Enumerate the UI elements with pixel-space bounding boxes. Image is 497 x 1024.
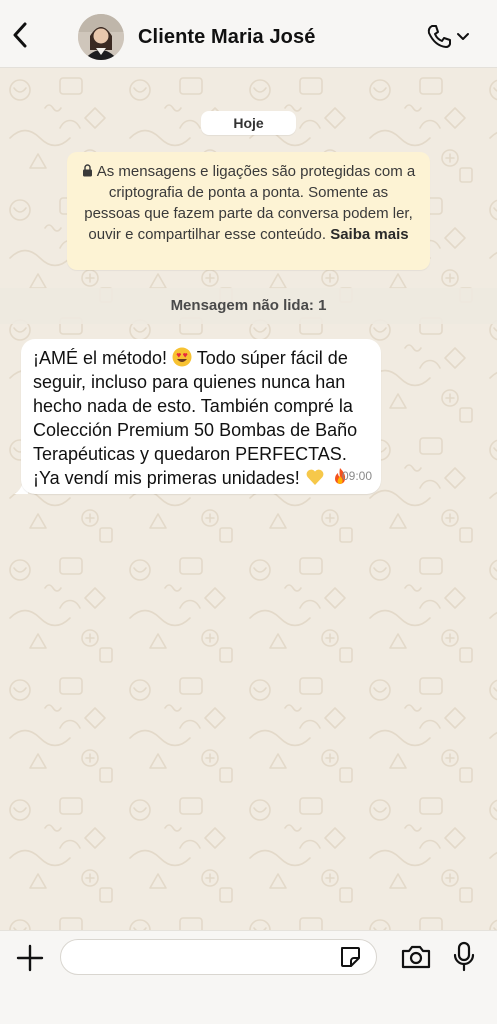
message-time: 09:00 bbox=[341, 469, 372, 483]
learn-more-link[interactable]: Saiba mais bbox=[330, 226, 408, 243]
chevron-down-icon bbox=[457, 33, 469, 40]
camera-button[interactable] bbox=[400, 943, 432, 971]
encryption-notice[interactable]: As mensagens e ligações são protegidas c… bbox=[67, 152, 430, 270]
camera-icon bbox=[401, 945, 431, 969]
plus-icon bbox=[16, 944, 44, 972]
sticker-icon bbox=[341, 947, 360, 967]
contact-name[interactable]: Cliente Maria José bbox=[138, 26, 315, 49]
avatar-photo bbox=[78, 14, 124, 60]
attach-button[interactable] bbox=[16, 944, 44, 972]
microphone-icon bbox=[453, 941, 475, 972]
lock-icon bbox=[82, 164, 92, 177]
chat-header: Cliente Maria José bbox=[0, 0, 497, 68]
incoming-message[interactable]: ¡AMÉ el método! Todo súper fácil de segu… bbox=[21, 339, 381, 494]
composer-bar bbox=[0, 930, 497, 1024]
unread-divider: Mensagem não lida: 1 bbox=[0, 288, 497, 324]
microphone-button[interactable] bbox=[453, 941, 475, 973]
message-input[interactable] bbox=[60, 939, 377, 975]
back-button[interactable] bbox=[8, 20, 32, 50]
date-chip: Hoje bbox=[201, 111, 296, 135]
sticker-button[interactable] bbox=[338, 945, 362, 969]
chevron-left-icon bbox=[13, 22, 27, 48]
phone-icon bbox=[427, 25, 451, 48]
call-button[interactable] bbox=[426, 22, 476, 52]
yellow-heart-emoji bbox=[306, 469, 324, 485]
message-text-part1: ¡AMÉ el método! bbox=[33, 348, 173, 368]
heart-eyes-emoji bbox=[172, 347, 192, 367]
avatar[interactable] bbox=[78, 14, 124, 60]
